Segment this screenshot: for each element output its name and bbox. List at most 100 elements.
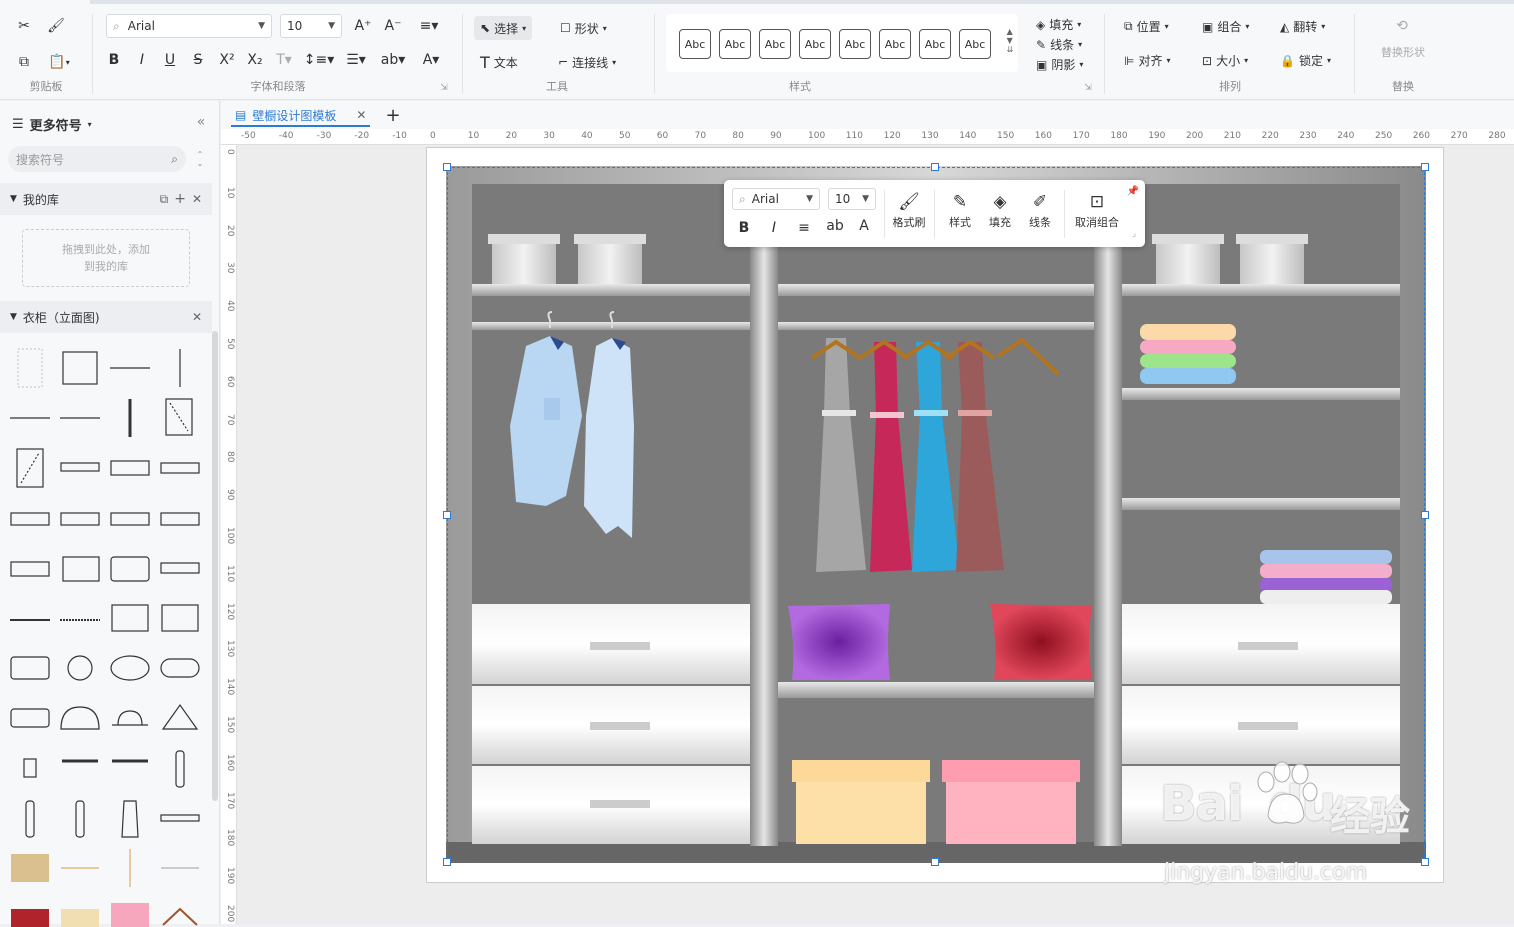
flip-icon: ◭ xyxy=(1280,19,1290,34)
search-icon[interactable]: ⌕ xyxy=(171,152,178,167)
line-spacing-icon[interactable]: ↕≡▾ xyxy=(304,50,335,70)
cut-icon[interactable]: ✂ xyxy=(14,16,34,36)
flip-button[interactable]: ◭ 翻转 ▾ xyxy=(1280,18,1325,35)
my-library-header[interactable]: ▼ 我的库 ⧉ + ✕ xyxy=(0,183,212,215)
resize-handle[interactable] xyxy=(443,163,451,171)
close-icon[interactable]: ✕ xyxy=(192,310,202,324)
tab-document[interactable]: ▤ 壁橱设计图模板 ✕ xyxy=(231,105,371,127)
ungroup-button[interactable]: ⊡ 取消组合 xyxy=(1072,190,1122,230)
style-preset-2[interactable]: Abc xyxy=(719,29,751,59)
gallery-scroll-icon[interactable]: ▲ ▼ ⇊ xyxy=(1004,16,1016,64)
category-header[interactable]: ▼ 衣柜（立面图) ✕ xyxy=(0,301,212,333)
text-style-icon[interactable]: T▾ xyxy=(272,50,296,70)
select-tool-button[interactable]: ⬉ 选择 ▾ xyxy=(474,16,533,40)
decrease-font-icon[interactable]: A⁻ xyxy=(382,16,404,36)
drop-zone[interactable]: 拖拽到此处，添加到我的库 xyxy=(22,229,190,287)
resize-handle[interactable] xyxy=(443,511,451,519)
sidebar-header[interactable]: ☰ 更多符号 ▾ xyxy=(12,115,92,134)
line-button[interactable]: ✎ 线条 ▾ xyxy=(1036,36,1082,53)
sidebar-scrollbar[interactable] xyxy=(212,331,218,801)
resize-handle[interactable] xyxy=(1421,858,1429,866)
increase-font-icon[interactable]: A⁺ xyxy=(352,16,374,36)
shadow-button[interactable]: ▣ 阴影 ▾ xyxy=(1036,56,1083,73)
style-button[interactable]: ✎ 样式 xyxy=(942,190,978,230)
style-preset-8[interactable]: Abc xyxy=(959,29,991,59)
list-icon[interactable]: ☰▾ xyxy=(342,50,370,70)
pin-icon[interactable]: 📌 xyxy=(1126,184,1140,198)
resize-handle[interactable] xyxy=(931,163,939,171)
italic-icon[interactable]: I xyxy=(764,218,784,238)
lock-button[interactable]: 🔒 锁定 ▾ xyxy=(1280,52,1331,69)
resize-handle[interactable] xyxy=(443,858,451,866)
search-scroll-icon[interactable]: ⌃ ⌄ xyxy=(192,145,208,173)
separator xyxy=(884,190,885,238)
replace-shape-label[interactable]: 替换形状 xyxy=(1358,44,1448,60)
resize-handle[interactable] xyxy=(1421,163,1429,171)
shape-tool-button[interactable]: ☐ 形状 ▾ xyxy=(560,16,607,40)
text-tool-button[interactable]: T 文本 xyxy=(480,50,518,74)
search-icon: ⌕ xyxy=(739,191,746,206)
style-preset-6[interactable]: Abc xyxy=(879,29,911,59)
floating-size-value: 10 xyxy=(835,192,851,206)
ruler-tick-label: 280 xyxy=(1488,131,1506,141)
text-case-icon[interactable]: ab xyxy=(824,216,846,236)
resize-handle[interactable] xyxy=(931,858,939,866)
new-tab-icon[interactable]: + xyxy=(383,105,403,126)
copy-icon[interactable]: ⧉ xyxy=(14,52,34,72)
watermark-brand-part1: Bai xyxy=(1160,776,1243,832)
fill-button[interactable]: ◈ 填充 ▾ xyxy=(1036,16,1081,33)
floating-font-select[interactable]: ⌕ Arial ▼ xyxy=(732,188,820,210)
subscript-icon[interactable]: X₂ xyxy=(244,50,266,70)
resize-handle[interactable] xyxy=(1421,511,1429,519)
ruler-tick-label: 200 xyxy=(1186,131,1204,141)
floating-size-select[interactable]: 10 ▼ xyxy=(828,188,876,210)
format-painter-button[interactable]: 🖌 格式刷 xyxy=(890,190,928,230)
font-color-icon[interactable]: A xyxy=(854,216,874,236)
expand-icon[interactable]: ⌟ xyxy=(1128,228,1140,240)
group-button[interactable]: ▣ 组合 ▾ xyxy=(1202,18,1249,35)
symbol-thumbnails[interactable] xyxy=(0,337,212,927)
line-button[interactable]: ✐ 线条 xyxy=(1022,190,1058,230)
ruler-tick-label: 120 xyxy=(883,131,901,141)
align-icon[interactable]: ≡ xyxy=(794,218,814,238)
align-icon: ⊫ xyxy=(1124,53,1135,68)
superscript-icon[interactable]: X² xyxy=(216,50,238,70)
paste-icon[interactable]: 📋 ▾ xyxy=(46,52,72,72)
style-preset-1[interactable]: Abc xyxy=(679,29,711,59)
fill-button[interactable]: ◈ 填充 xyxy=(982,190,1018,230)
style-preset-7[interactable]: Abc xyxy=(919,29,951,59)
styles-group: Abc Abc Abc Abc Abc Abc Abc Abc ▲ ▼ ⇊ ◈ 填充 ▾… xyxy=(658,6,1102,98)
font-family-select[interactable]: ⌕ Arial ▼ xyxy=(106,14,272,38)
style-preset-4[interactable]: Abc xyxy=(799,29,831,59)
ruler-tick-label: 180 xyxy=(1110,131,1128,141)
replace-shape-icon[interactable]: ⟲ xyxy=(1392,16,1412,36)
font-color-icon[interactable]: A▾ xyxy=(416,50,446,70)
position-button[interactable]: ⧉ 位置 ▾ xyxy=(1124,18,1169,35)
connector-tool-button[interactable]: ⌐ 连接线 ▾ xyxy=(558,50,616,74)
style-dialog-launcher-icon[interactable]: ⇲ xyxy=(1082,82,1094,94)
align-button[interactable]: ⊫ 对齐 ▾ xyxy=(1124,52,1170,69)
expand-arrow-icon: ▼ xyxy=(10,312,17,322)
import-icon[interactable]: ⧉ xyxy=(160,192,169,207)
style-preset-3[interactable]: Abc xyxy=(759,29,791,59)
text-case-icon[interactable]: ab▾ xyxy=(378,50,408,70)
symbol-search-input[interactable]: 搜索符号 ⌕ xyxy=(8,146,186,172)
italic-icon[interactable]: I xyxy=(132,50,152,70)
style-preset-5[interactable]: Abc xyxy=(839,29,871,59)
text-align-icon[interactable]: ≡▾ xyxy=(414,16,444,36)
collapse-sidebar-icon[interactable]: « xyxy=(192,113,210,131)
bold-icon[interactable]: B xyxy=(734,218,754,238)
close-icon[interactable]: ✕ xyxy=(192,192,202,206)
font-group: ⌕ Arial ▼ 10 ▼ A⁺ A⁻ ≡▾ B I U S X² X₂ T▾ ↕… xyxy=(96,6,460,98)
close-tab-icon[interactable]: ✕ xyxy=(356,108,366,122)
add-icon[interactable]: + xyxy=(174,191,186,207)
ruler-tick-label: 110 xyxy=(225,564,235,582)
ruler-tick-label: 10 xyxy=(467,131,480,141)
bold-icon[interactable]: B xyxy=(104,50,124,70)
underline-icon[interactable]: U xyxy=(160,50,180,70)
font-size-select[interactable]: 10 ▼ xyxy=(280,14,342,38)
format-brush-icon[interactable]: 🖌 xyxy=(46,16,66,36)
strikethrough-icon[interactable]: S xyxy=(188,50,208,70)
ruler-tick-label: 20 xyxy=(225,224,235,237)
size-button[interactable]: ⊡ 大小 ▾ xyxy=(1202,52,1248,69)
